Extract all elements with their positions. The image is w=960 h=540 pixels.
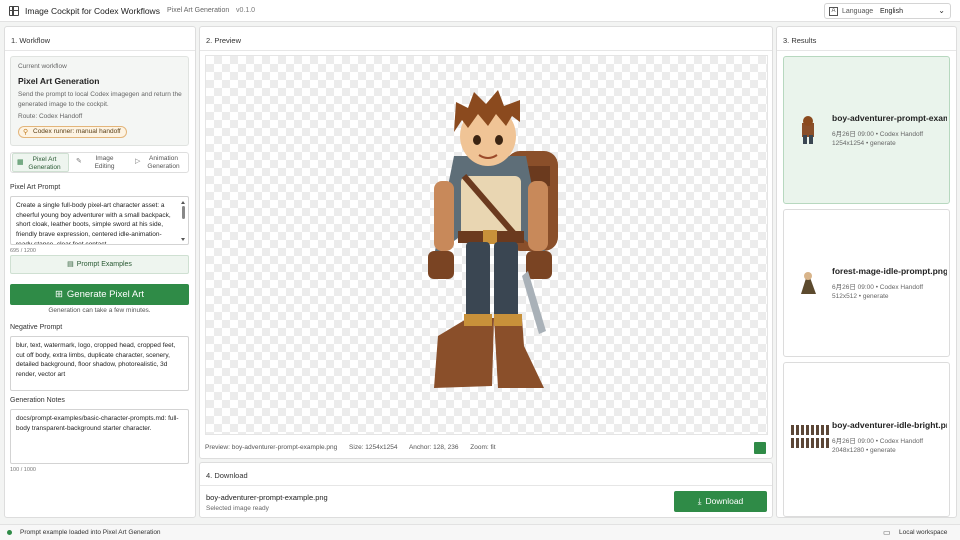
prompt-scrollbar[interactable] xyxy=(181,201,186,241)
workflow-panel-title: 1. Workflow xyxy=(11,36,51,45)
result-source: 6月26日 09:00 • Codex Handoff xyxy=(832,438,924,445)
generation-notes-textarea[interactable]: docs/prompt-examples/basic-character-pro… xyxy=(10,409,189,464)
active-workflow-name: Pixel Art Generation xyxy=(167,7,230,14)
result-card[interactable]: boy-adventurer-idle-bright.png 6月26日 09:… xyxy=(783,362,950,517)
generation-notes-text: docs/prompt-examples/basic-character-pro… xyxy=(16,415,179,432)
result-thumbnail xyxy=(791,425,829,448)
download-status: Selected image ready xyxy=(206,505,269,512)
workflow-tabs: ▦ Pixel Art Generation ✎ Image Editing ▷… xyxy=(10,152,189,173)
workspace-label: Local workspace xyxy=(899,529,948,536)
current-workflow-description: Send the prompt to local Codex imagegen … xyxy=(18,91,182,108)
app-version: v0.1.0 xyxy=(236,7,256,14)
pencil-icon: ✎ xyxy=(76,158,82,165)
preview-canvas[interactable] xyxy=(205,55,768,435)
generate-hint: Generation can take a few minutes. xyxy=(48,307,151,314)
result-info: 512x512 • generate xyxy=(832,293,889,300)
preview-filename: Preview: boy-adventurer-prompt-example.p… xyxy=(205,444,338,451)
document-icon: ▤ xyxy=(67,261,74,268)
result-source: 6月26日 09:00 • Codex Handoff xyxy=(832,131,924,138)
status-bar: Prompt example loaded into Pixel Art Gen… xyxy=(0,524,960,540)
workspace-icon: ▭ xyxy=(883,528,891,537)
preview-meta: Preview: boy-adventurer-prompt-example.p… xyxy=(205,444,506,451)
current-workflow-card: Current workflow Pixel Art Generation Se… xyxy=(10,56,189,146)
download-label: Download xyxy=(705,496,744,506)
download-panel: 4. Download boy-adventurer-prompt-exampl… xyxy=(199,462,773,518)
divider xyxy=(200,50,772,51)
runner-badge: ⚲ Codex runner: manual handoff xyxy=(18,126,127,138)
language-value: English xyxy=(880,8,903,15)
results-panel-title: 3. Results xyxy=(783,36,817,45)
tab-animation-generation[interactable]: ▷ Animation Generation xyxy=(131,153,188,172)
result-name: boy-adventurer-idle-bright.png xyxy=(832,420,947,430)
top-bar: Image Cockpit for Codex Workflows Pixel … xyxy=(0,0,960,22)
result-info: 2048x1280 • generate xyxy=(832,447,896,454)
generate-pixel-art-button[interactable]: ⊞ Generate Pixel Art xyxy=(10,284,189,305)
pixel-art-icon: ▦ xyxy=(17,159,24,166)
divider xyxy=(200,485,772,486)
preview-panel-title: 2. Preview xyxy=(206,36,242,45)
download-button[interactable]: ⤓ Download xyxy=(674,491,767,512)
prompt-counter: 695 / 1200 xyxy=(10,248,36,254)
preview-size: Size: 1254x1254 xyxy=(349,444,398,451)
download-icon: ⤓ xyxy=(697,496,702,506)
current-workflow-label: Current workflow xyxy=(18,63,67,70)
tab-pixel-art-generation[interactable]: ▦ Pixel Art Generation xyxy=(12,153,69,172)
current-workflow-name: Pixel Art Generation xyxy=(18,76,100,86)
download-panel-title: 4. Download xyxy=(206,471,248,480)
tab-image-editing[interactable]: ✎ Image Editing xyxy=(72,153,129,172)
result-name: forest-mage-idle-prompt.png xyxy=(832,266,947,276)
language-label: Language xyxy=(842,8,874,15)
chevron-down-icon: ⌄ xyxy=(938,6,945,15)
result-thumbnail xyxy=(801,272,816,294)
prompt-label: Pixel Art Prompt xyxy=(10,184,61,191)
negative-prompt-text: blur, text, watermark, logo, cropped hea… xyxy=(16,342,176,379)
location-pin-icon: ⚲ xyxy=(23,129,29,136)
divider xyxy=(5,50,195,51)
app-title: Image Cockpit for Codex Workflows xyxy=(25,6,160,16)
download-filename: boy-adventurer-prompt-example.png xyxy=(206,493,328,502)
generation-notes-label: Generation Notes xyxy=(10,397,65,404)
prompt-textarea[interactable]: Create a single full-body pixel-art char… xyxy=(10,196,189,245)
translate-icon: A xyxy=(829,7,838,16)
app-grid-icon xyxy=(9,6,19,16)
preview-anchor: Anchor: 128, 236 xyxy=(408,444,459,451)
notes-counter: 100 / 1000 xyxy=(10,467,36,473)
animation-icon: ▷ xyxy=(135,158,141,165)
scroll-down-icon[interactable] xyxy=(181,238,185,241)
background-color-swatch[interactable] xyxy=(754,442,766,454)
workflow-route: Route: Codex Handoff xyxy=(18,113,83,120)
status-message: Prompt example loaded into Pixel Art Gen… xyxy=(20,529,161,536)
status-indicator xyxy=(7,530,12,535)
result-card[interactable]: boy-adventurer-prompt-example.png 6月26日 … xyxy=(783,56,950,204)
divider xyxy=(777,50,956,51)
prompt-text: Create a single full-body pixel-art char… xyxy=(16,202,171,245)
result-name: boy-adventurer-prompt-example.png xyxy=(832,113,947,123)
character-sprite xyxy=(428,90,558,388)
result-source: 6月26日 09:00 • Codex Handoff xyxy=(832,284,924,291)
language-select[interactable]: A Language English ⌄ xyxy=(824,3,951,19)
runner-badge-label: Codex runner: manual handoff xyxy=(33,128,121,135)
preview-zoom: Zoom: fit xyxy=(470,444,496,451)
scroll-up-icon[interactable] xyxy=(181,201,185,204)
result-info: 1254x1254 • generate xyxy=(832,140,896,147)
scroll-thumb[interactable] xyxy=(182,206,185,219)
negative-prompt-label: Negative Prompt xyxy=(10,324,63,331)
negative-prompt-textarea[interactable]: blur, text, watermark, logo, cropped hea… xyxy=(10,336,189,391)
result-thumbnail xyxy=(802,116,814,144)
result-card[interactable]: forest-mage-idle-prompt.png 6月26日 09:00 … xyxy=(783,209,950,357)
prompt-examples-button[interactable]: ▤ Prompt Examples xyxy=(10,255,189,274)
image-plus-icon: ⊞ xyxy=(54,289,63,300)
generate-label: Generate Pixel Art xyxy=(66,289,145,300)
prompt-examples-label: Prompt Examples xyxy=(76,261,132,268)
